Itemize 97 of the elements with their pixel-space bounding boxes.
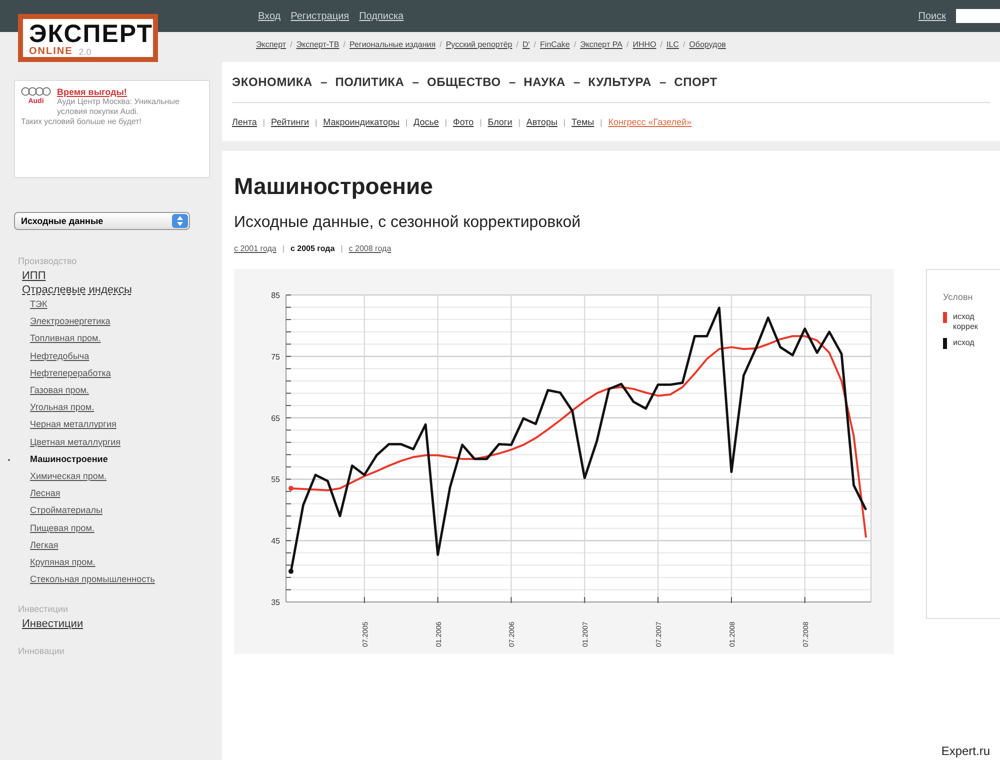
legend-label: исход коррек [953, 312, 979, 332]
sidebar-item[interactable]: Нефтепереработка [30, 364, 222, 382]
dash-separator: – [573, 75, 580, 89]
separator: | [600, 118, 602, 126]
y-tick-label: 55 [271, 475, 280, 484]
sidebar-item[interactable]: Стройматериалы [30, 502, 222, 520]
legend-label: исход [953, 338, 976, 349]
search-link[interactable]: Поиск [918, 10, 946, 22]
sidebar-item[interactable]: Цветная металлургия [30, 434, 222, 451]
nav-link[interactable]: Лента [232, 117, 257, 127]
separator: / [534, 40, 536, 48]
legend-title: Условн [943, 292, 974, 302]
separator: / [574, 40, 576, 48]
chart-subtitle: Исходные данные, с сезонной корректировкой [234, 214, 582, 232]
nav-link[interactable]: Рейтинги [271, 117, 310, 127]
separator: | [518, 118, 520, 126]
search-field[interactable] [956, 9, 1000, 23]
ad-text: Ауди Центр Москва: Уникальные условия покупки Audi. [57, 97, 180, 117]
sidebar-item[interactable]: Газовая пром. [30, 382, 222, 400]
sidebar-item[interactable]: ИПП [22, 270, 222, 282]
sidebar-item[interactable]: Пищевая пром. [30, 520, 222, 537]
section-heading: Производство [18, 256, 78, 266]
updown-icon [177, 216, 183, 226]
section-link[interactable]: НАУКА [524, 75, 566, 89]
nav-link[interactable]: Блоги [488, 117, 512, 127]
separator: | [315, 118, 318, 126]
period-link[interactable]: с 2001 года [234, 244, 276, 253]
ad-footer: Таких условий больше не будет! [21, 117, 203, 127]
nav-link[interactable]: Темы [572, 117, 594, 127]
network-link[interactable]: ILC [666, 40, 679, 48]
sidebar-item[interactable]: Стекольная промышленность [30, 571, 222, 588]
y-tick-label: 75 [271, 352, 280, 362]
sidebar-item[interactable]: Машиностроение [30, 450, 222, 468]
sidebar-item[interactable]: ТЭК [30, 296, 222, 314]
separator: / [626, 40, 629, 48]
section-link[interactable]: КУЛЬТУРА [588, 75, 652, 89]
network-link[interactable]: Эксперт-ТВ [296, 40, 340, 48]
network-link[interactable]: Региональные издания [349, 40, 436, 48]
sidebar-item[interactable]: Химическая пром. [30, 468, 222, 486]
separator: / [660, 40, 662, 48]
sidebar-item[interactable]: Нефтедобыча [30, 348, 222, 365]
period-link[interactable]: с 2005 года [290, 244, 335, 253]
rings-logo-icon [21, 87, 51, 96]
top-link[interactable]: Подписка [359, 10, 404, 22]
section-link[interactable]: ЭКОНОМИКА [232, 75, 313, 89]
separator: | [262, 118, 265, 126]
sidebar-item[interactable]: Инвестиции [22, 618, 222, 630]
separator: | [340, 244, 343, 253]
nav-link[interactable]: Досье [414, 117, 439, 127]
data-select[interactable]: Исходные данные [14, 212, 190, 230]
site-logo[interactable]: ЭКСПЕРТ ONLINE 2.0 [18, 14, 158, 62]
dash-separator: – [659, 75, 666, 89]
nav-link[interactable]: Фото [453, 117, 474, 127]
network-link[interactable]: Эксперт [256, 40, 286, 48]
sidebar-group-link[interactable]: Отраслевые индексы [22, 284, 222, 296]
separator: / [682, 40, 686, 48]
sidebar-item[interactable]: Угольная пром. [30, 399, 222, 416]
page-title: Машиностроение [234, 173, 434, 200]
network-link[interactable]: ИННО [632, 40, 656, 48]
section-heading: Инвестиции [18, 604, 69, 614]
sidebar-item[interactable]: Черная металлургия [30, 416, 222, 434]
nav-link[interactable]: Макроиндикаторы [323, 117, 400, 127]
dash-separator: – [320, 75, 328, 89]
sidebar-item[interactable]: Легкая [30, 536, 222, 554]
separator: | [480, 118, 482, 126]
section-link[interactable]: СПОРТ [674, 75, 718, 89]
top-link[interactable]: Регистрация [290, 10, 350, 22]
dash-separator: – [412, 75, 419, 89]
y-tick-label: 35 [271, 598, 280, 607]
top-link[interactable]: Вход [258, 10, 281, 22]
separator: | [405, 118, 408, 126]
sidebar-item[interactable]: Электроэнергетика [30, 313, 222, 330]
section-heading: Инновации [18, 646, 66, 656]
network-link[interactable]: Русский репортёр [446, 40, 512, 48]
y-tick-label: 65 [271, 414, 280, 423]
sidebar-item[interactable]: Топливная пром. [30, 330, 222, 348]
ad-headline[interactable]: Время выгоды! [57, 87, 203, 97]
period-link[interactable]: с 2008 года [348, 244, 392, 253]
separator: | [563, 118, 566, 126]
y-tick-label: 45 [271, 536, 280, 546]
y-tick-label: 85 [271, 291, 280, 300]
separator: / [343, 40, 346, 48]
network-link[interactable]: Эксперт РА [580, 40, 622, 48]
section-link[interactable]: ПОЛИТИКА [335, 75, 404, 89]
separator: | [444, 118, 447, 126]
separator: / [440, 40, 442, 48]
network-link[interactable]: Оборудов [689, 40, 726, 48]
sidebar-item[interactable]: Крупяная пром. [30, 554, 222, 572]
separator: / [290, 40, 292, 48]
dash-separator: – [508, 75, 516, 89]
separator: | [282, 244, 284, 253]
nav-link[interactable]: Авторы [526, 117, 558, 127]
separator: / [516, 40, 518, 48]
sidebar-item[interactable]: Лесная [30, 485, 222, 502]
network-link[interactable]: D' [522, 40, 530, 48]
section-link[interactable]: ОБЩЕСТВО [426, 75, 501, 89]
network-link[interactable]: FinCake [540, 40, 570, 48]
